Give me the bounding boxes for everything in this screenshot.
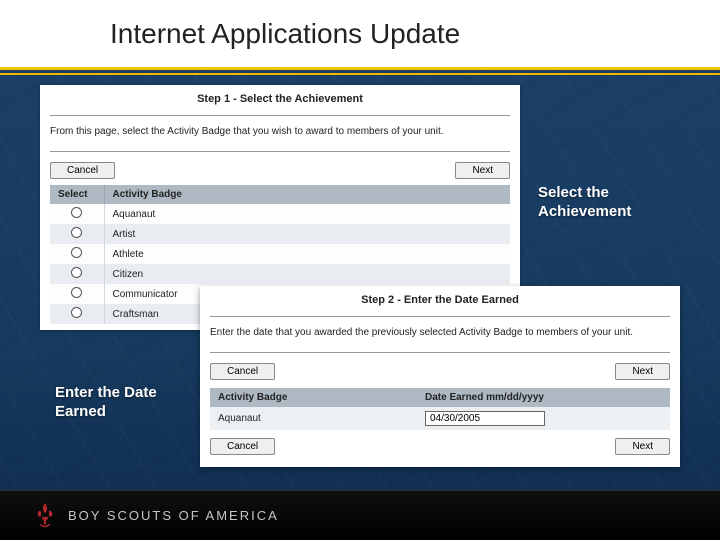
table-row[interactable]: Athlete xyxy=(50,244,510,264)
col-badge: Activity Badge xyxy=(210,388,417,407)
divider xyxy=(50,115,510,116)
next-button[interactable]: Next xyxy=(455,162,510,179)
cancel-button[interactable]: Cancel xyxy=(50,162,115,179)
badge-name: Aquanaut xyxy=(210,407,417,430)
slide: Internet Applications Update Step 1 - Se… xyxy=(0,0,720,540)
badge-name: Artist xyxy=(104,224,510,244)
step-2-instructions: Enter the date that you awarded the prev… xyxy=(210,327,670,338)
next-button[interactable]: Next xyxy=(615,363,670,380)
accent-line xyxy=(0,73,720,75)
divider xyxy=(210,352,670,353)
table-row: Aquanaut xyxy=(210,407,670,430)
badge-name: Citizen xyxy=(104,264,510,284)
cancel-button[interactable]: Cancel xyxy=(210,438,275,455)
cancel-button[interactable]: Cancel xyxy=(210,363,275,380)
date-earned-input[interactable] xyxy=(425,411,545,426)
button-row: Cancel Next xyxy=(210,363,670,380)
divider xyxy=(50,151,510,152)
table-row[interactable]: Aquanaut xyxy=(50,204,510,224)
button-row: Cancel Next xyxy=(210,438,670,455)
callout-enter-date: Enter the Date Earned xyxy=(55,384,185,422)
divider xyxy=(210,316,670,317)
step-2-title: Step 2 - Enter the Date Earned xyxy=(210,294,670,306)
radio-icon[interactable] xyxy=(71,287,82,298)
radio-icon[interactable] xyxy=(71,207,82,218)
radio-icon[interactable] xyxy=(71,227,82,238)
radio-icon[interactable] xyxy=(71,267,82,278)
step-1-instructions: From this page, select the Activity Badg… xyxy=(50,126,510,137)
callout-select-achievement: Select the Achievement xyxy=(538,184,688,222)
col-badge: Activity Badge xyxy=(104,185,510,204)
badge-name: Athlete xyxy=(104,244,510,264)
step-1-title: Step 1 - Select the Achievement xyxy=(50,93,510,105)
radio-icon[interactable] xyxy=(71,307,82,318)
panel-step-2: Step 2 - Enter the Date Earned Enter the… xyxy=(200,286,680,467)
table-row[interactable]: Artist xyxy=(50,224,510,244)
date-table: Activity Badge Date Earned mm/dd/yyyy Aq… xyxy=(210,388,670,430)
badge-name: Aquanaut xyxy=(104,204,510,224)
next-button[interactable]: Next xyxy=(615,438,670,455)
table-row[interactable]: Citizen xyxy=(50,264,510,284)
radio-icon[interactable] xyxy=(71,247,82,258)
page-title: Internet Applications Update xyxy=(110,18,460,50)
button-row: Cancel Next xyxy=(50,162,510,179)
fleur-de-lis-icon xyxy=(34,502,56,530)
footer-org: BOY SCOUTS OF AMERICA xyxy=(68,508,279,523)
title-bar: Internet Applications Update xyxy=(0,0,720,70)
footer: BOY SCOUTS OF AMERICA xyxy=(0,490,720,540)
col-select: Select xyxy=(50,185,104,204)
col-date: Date Earned mm/dd/yyyy xyxy=(417,388,670,407)
